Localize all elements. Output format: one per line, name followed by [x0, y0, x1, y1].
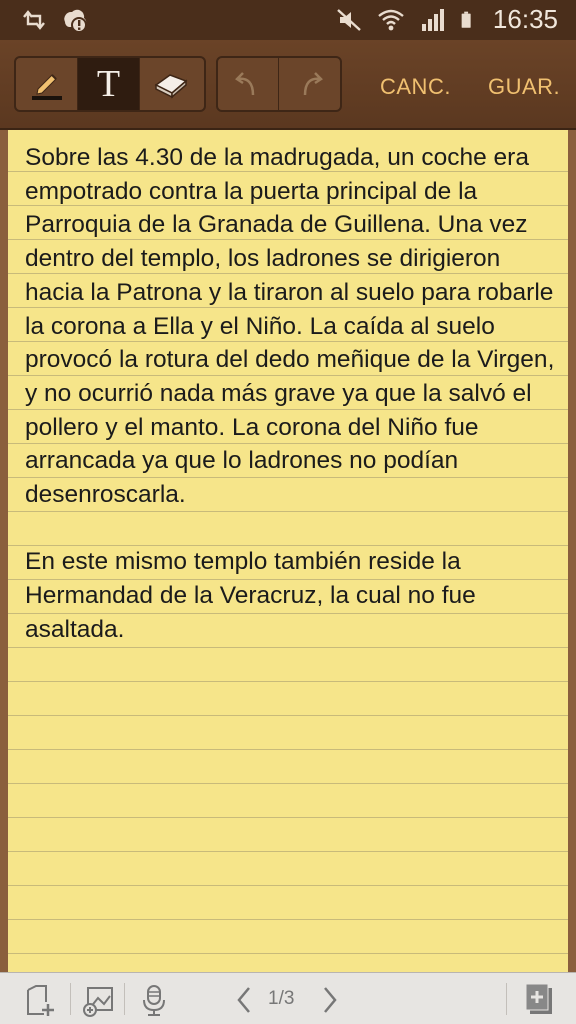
note-text-editor[interactable]: Sobre las 4.30 de la madrugada, un coche…: [25, 141, 563, 647]
wifi-icon: [378, 9, 404, 30]
signal-icon: [421, 8, 444, 31]
pen-color-indicator: [32, 96, 62, 100]
mute-icon: [337, 8, 361, 31]
prev-page-button[interactable]: [224, 981, 264, 1019]
battery-icon: [461, 11, 471, 28]
undo-button[interactable]: [218, 58, 280, 110]
prev-page-icon: [237, 987, 250, 1013]
insert-image-icon: [83, 987, 113, 1017]
redo-icon: [303, 72, 323, 96]
separator: [506, 983, 507, 1015]
note-paragraph[interactable]: Sobre las 4.30 de la madrugada, un coche…: [25, 141, 563, 512]
add-page-button[interactable]: [20, 981, 60, 1019]
eraser-icon: [154, 74, 188, 99]
microphone-icon: [143, 985, 165, 1016]
note-paper[interactable]: Sobre las 4.30 de la madrugada, un coche…: [8, 130, 568, 972]
next-page-button[interactable]: [310, 981, 350, 1019]
note-area: Sobre las 4.30 de la madrugada, un coche…: [0, 130, 576, 972]
alert-icon: [64, 9, 87, 33]
cancel-button[interactable]: CANC.: [380, 74, 451, 100]
save-button[interactable]: GUAR.: [488, 74, 560, 100]
redo-button[interactable]: [279, 58, 340, 110]
status-bar: 16:35: [0, 0, 576, 40]
add-page-icon: [27, 985, 54, 1016]
toolbar: T CANC. GUAR.: [0, 40, 576, 130]
text-button[interactable]: T: [78, 58, 140, 110]
edit-tools: T: [14, 56, 206, 112]
eraser-button[interactable]: [140, 58, 202, 110]
separator: [124, 983, 125, 1015]
undo-icon: [235, 72, 255, 96]
history-tools: [216, 56, 342, 112]
insert-image-button[interactable]: [78, 981, 118, 1019]
voice-memo-button[interactable]: [134, 981, 174, 1019]
new-note-button[interactable]: [520, 981, 560, 1019]
bottom-toolbar: 1/3: [0, 972, 576, 1024]
separator: [70, 983, 71, 1015]
page-indicator: 1/3: [268, 988, 295, 1009]
clock: 16:35: [492, 4, 558, 34]
sync-icon: [23, 10, 45, 30]
new-note-icon: [525, 983, 552, 1014]
next-page-icon: [324, 987, 337, 1013]
note-paragraph[interactable]: En este mismo templo también reside la H…: [25, 545, 563, 646]
text-icon: T: [96, 63, 121, 105]
pen-button[interactable]: [16, 58, 78, 110]
